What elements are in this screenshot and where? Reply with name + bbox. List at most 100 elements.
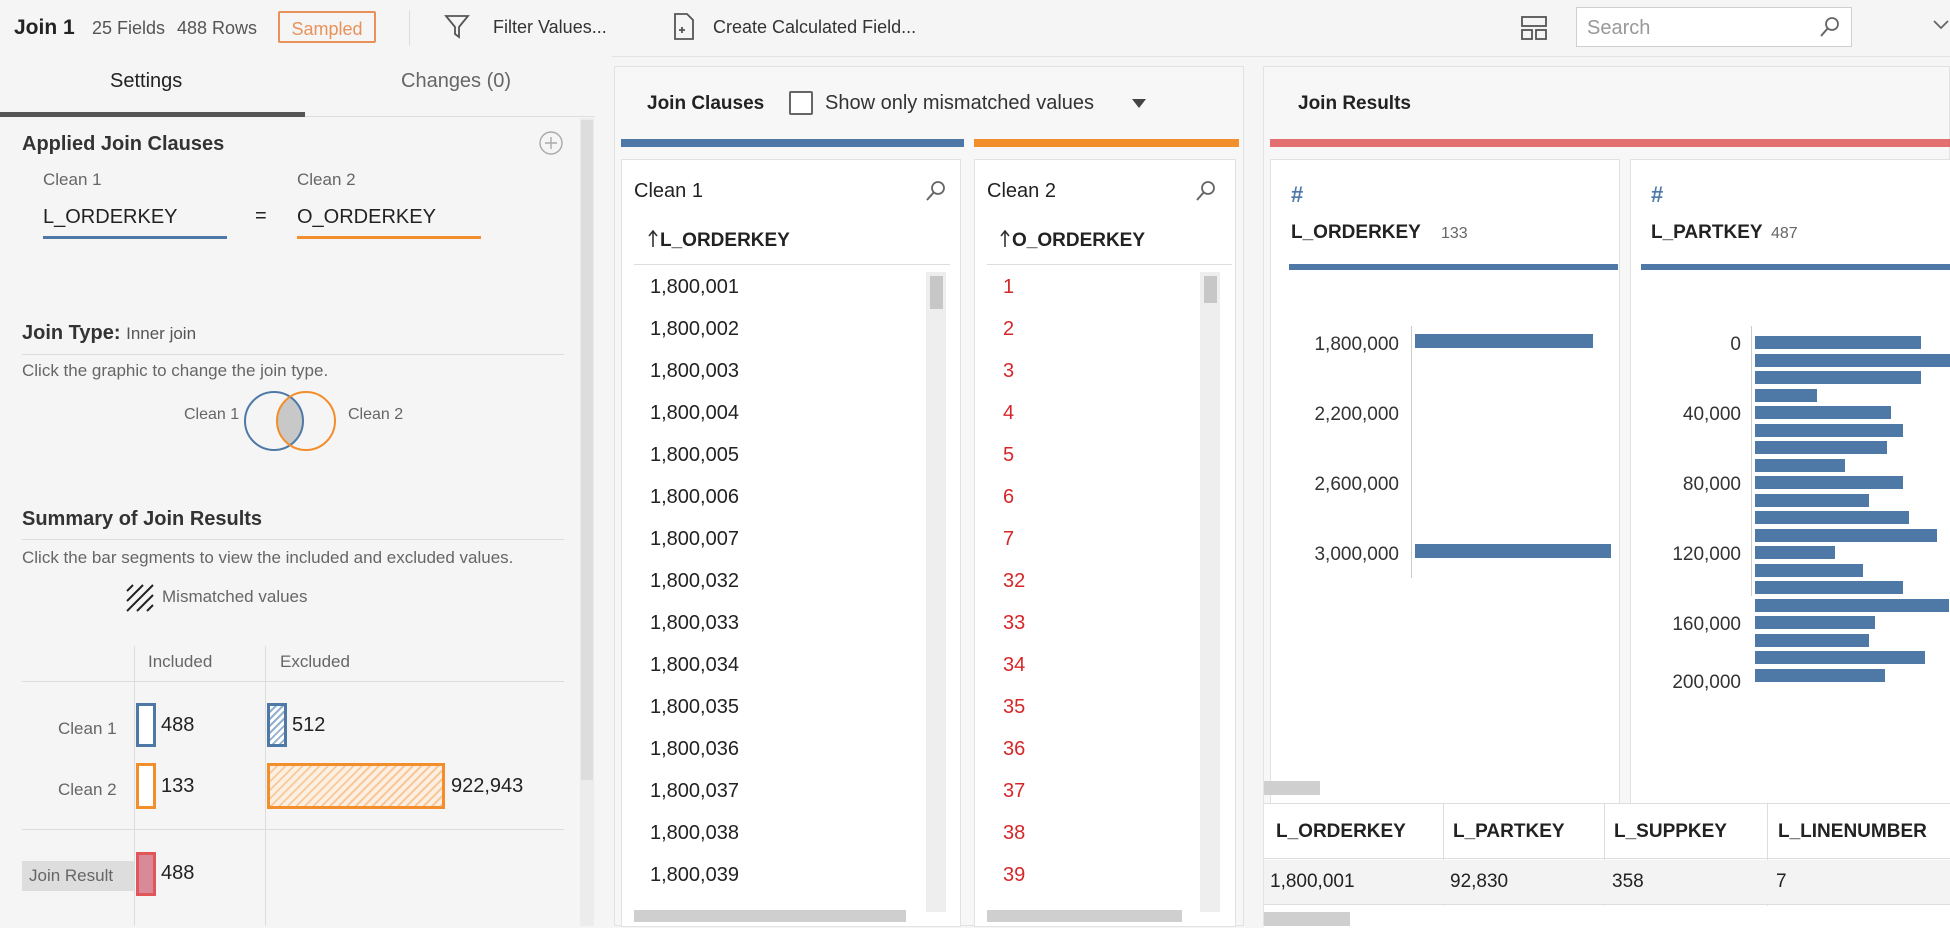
- list-item[interactable]: 1,800,036: [650, 738, 739, 761]
- join-type-venn-diagram[interactable]: [242, 389, 346, 453]
- list-scrollbar-track[interactable]: [1200, 272, 1220, 912]
- list-item[interactable]: 1,800,006: [650, 486, 739, 509]
- filter-icon[interactable]: [444, 13, 470, 41]
- list-item[interactable]: 1,800,039: [650, 864, 739, 887]
- list-item[interactable]: 3: [1003, 360, 1014, 383]
- profile-histogram[interactable]: 0 40,000 80,000 120,000 160,000 200,000: [1631, 310, 1950, 730]
- list-item[interactable]: 33: [1003, 612, 1025, 635]
- chevron-down-icon[interactable]: [1932, 18, 1950, 32]
- histogram-bar[interactable]: [1755, 668, 1885, 682]
- histogram-bar[interactable]: [1755, 423, 1903, 437]
- tab-changes[interactable]: Changes (0): [401, 70, 511, 93]
- histogram-bar[interactable]: [1755, 353, 1950, 367]
- histogram-bar[interactable]: [1755, 441, 1887, 454]
- grid-cell[interactable]: 7: [1776, 871, 1787, 893]
- sampled-badge[interactable]: Sampled: [278, 11, 376, 43]
- histogram-bar[interactable]: [1415, 334, 1593, 348]
- list-item[interactable]: 38: [1003, 822, 1025, 845]
- list-item[interactable]: 6: [1003, 486, 1014, 509]
- clause-operator[interactable]: =: [255, 205, 267, 228]
- histogram-bar[interactable]: [1755, 546, 1835, 559]
- card-field-header[interactable]: L_ORDERKEY: [660, 230, 790, 252]
- histogram-bar[interactable]: [1755, 528, 1937, 542]
- tab-settings[interactable]: Settings: [110, 70, 182, 93]
- histogram-bar[interactable]: [1755, 616, 1875, 629]
- list-item[interactable]: 36: [1003, 738, 1025, 761]
- histogram-bar[interactable]: [1755, 406, 1891, 419]
- list-item[interactable]: 1,800,004: [650, 402, 739, 425]
- list-hscrollbar[interactable]: [987, 910, 1182, 922]
- grid-column-header[interactable]: L_ORDERKEY: [1276, 821, 1406, 843]
- dropdown-caret-icon[interactable]: [1131, 98, 1147, 110]
- histogram-bar[interactable]: [1755, 511, 1909, 524]
- histogram-bar[interactable]: [1755, 563, 1863, 577]
- list-item[interactable]: 1,800,037: [650, 780, 739, 803]
- list-item[interactable]: 7: [1003, 528, 1014, 551]
- clause-left-field[interactable]: L_ORDERKEY: [43, 206, 178, 229]
- profile-hscrollbar[interactable]: [1264, 781, 1320, 795]
- grid-column-header[interactable]: L_SUPPKEY: [1614, 821, 1727, 843]
- list-item[interactable]: 1,800,001: [650, 276, 739, 299]
- list-item[interactable]: 39: [1003, 864, 1025, 887]
- list-item[interactable]: 1,800,002: [650, 318, 739, 341]
- profile-field-name[interactable]: L_ORDERKEY: [1291, 222, 1421, 244]
- search-input[interactable]: Search: [1576, 7, 1852, 47]
- list-scrollbar-thumb[interactable]: [1204, 276, 1217, 303]
- list-hscrollbar[interactable]: [634, 910, 906, 922]
- grid-cell[interactable]: 1,800,001: [1270, 871, 1355, 893]
- list-item[interactable]: 32: [1003, 570, 1025, 593]
- histogram-bar[interactable]: [1755, 336, 1921, 349]
- histogram-bar[interactable]: [1755, 598, 1949, 612]
- histogram-bar[interactable]: [1755, 458, 1845, 472]
- histogram-bar[interactable]: [1755, 581, 1903, 594]
- histogram-bar[interactable]: [1755, 493, 1869, 507]
- histogram-bar[interactable]: [1415, 544, 1611, 558]
- list-item[interactable]: 35: [1003, 696, 1025, 719]
- filter-values-button[interactable]: Filter Values...: [493, 17, 607, 38]
- profile-field-name[interactable]: L_PARTKEY: [1651, 222, 1763, 244]
- grid-column-header[interactable]: L_LINENUMBER: [1778, 821, 1927, 843]
- histogram-bar[interactable]: [1755, 371, 1921, 384]
- list-item[interactable]: 1,800,038: [650, 822, 739, 845]
- clean1-excluded-bar[interactable]: [267, 703, 287, 747]
- histogram-bar[interactable]: [1755, 651, 1925, 664]
- grid-cell[interactable]: 358: [1612, 871, 1644, 893]
- sort-ascending-icon[interactable]: [648, 230, 658, 248]
- list-item[interactable]: 2: [1003, 318, 1014, 341]
- layout-toggle-icon[interactable]: [1520, 14, 1548, 42]
- settings-scrollbar-thumb[interactable]: [581, 120, 593, 780]
- grid-column-header[interactable]: L_PARTKEY: [1453, 821, 1565, 843]
- grid-hscrollbar[interactable]: [1264, 912, 1350, 926]
- grid-cell[interactable]: 92,830: [1450, 871, 1508, 893]
- list-item[interactable]: 1,800,005: [650, 444, 739, 467]
- list-item[interactable]: 1,800,003: [650, 360, 739, 383]
- card-field-header[interactable]: O_ORDERKEY: [1012, 230, 1145, 252]
- clean2-excluded-bar[interactable]: [267, 763, 445, 809]
- search-icon[interactable]: [1195, 180, 1217, 202]
- list-item[interactable]: 4: [1003, 402, 1014, 425]
- list-item[interactable]: 1,800,007: [650, 528, 739, 551]
- list-item[interactable]: 37: [1003, 780, 1025, 803]
- histogram-bar[interactable]: [1755, 633, 1869, 647]
- create-calculated-field-button[interactable]: Create Calculated Field...: [713, 17, 916, 38]
- search-icon[interactable]: [925, 180, 947, 202]
- table-row[interactable]: [1264, 860, 1950, 905]
- number-type-icon[interactable]: #: [1291, 182, 1303, 208]
- list-item[interactable]: 1,800,035: [650, 696, 739, 719]
- clean2-included-bar[interactable]: [136, 763, 156, 809]
- list-item[interactable]: 1: [1003, 276, 1014, 299]
- search-icon[interactable]: [1819, 16, 1841, 38]
- list-item[interactable]: 34: [1003, 654, 1025, 677]
- profile-histogram[interactable]: 1,800,000 2,200,000 2,600,000 3,000,000: [1271, 310, 1621, 730]
- add-clause-icon[interactable]: [538, 130, 564, 156]
- mismatch-checkbox[interactable]: [789, 91, 813, 115]
- histogram-bar[interactable]: [1755, 388, 1817, 402]
- list-item[interactable]: 1,800,034: [650, 654, 739, 677]
- list-item[interactable]: 1,800,032: [650, 570, 739, 593]
- join-result-bar[interactable]: [136, 852, 156, 896]
- clause-right-field[interactable]: O_ORDERKEY: [297, 206, 436, 229]
- calculated-field-icon[interactable]: [672, 12, 696, 42]
- list-item[interactable]: 5: [1003, 444, 1014, 467]
- sort-ascending-icon[interactable]: [1000, 230, 1010, 248]
- clean1-included-bar[interactable]: [136, 703, 156, 747]
